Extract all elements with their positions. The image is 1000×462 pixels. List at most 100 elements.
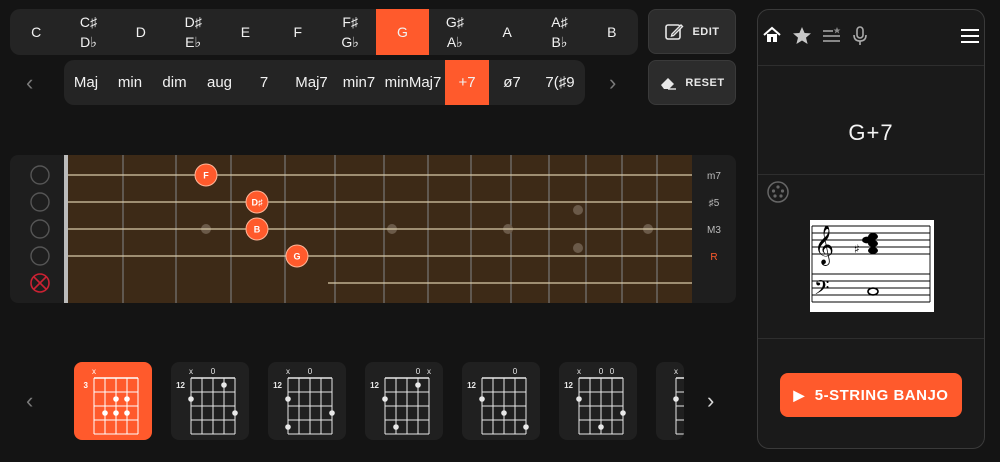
voicing-thumbnail[interactable]: x: [656, 362, 684, 440]
key-label: A: [502, 24, 512, 40]
staff-notation: 𝄞 𝄢 ♯: [810, 220, 934, 312]
key-label: G♯: [445, 14, 464, 30]
edit-icon: [665, 23, 684, 40]
chord-type-button[interactable]: min: [108, 60, 152, 105]
key-flat-label: B♭: [551, 34, 568, 50]
voicing-prev-arrow-icon[interactable]: ‹: [26, 388, 33, 414]
voicing-diagram: 0 x 12: [370, 367, 431, 435]
fret-number: 3: [84, 381, 89, 390]
chord-type-button[interactable]: Maj7: [286, 60, 337, 105]
key-label: D: [135, 24, 146, 40]
notation-settings-icon[interactable]: [766, 180, 790, 204]
voicing-thumbnail[interactable]: x 0 12: [171, 362, 249, 440]
string-marker: x: [577, 367, 581, 376]
voicing-diagram: x3: [84, 367, 139, 435]
chord-type-button[interactable]: Maj: [64, 60, 108, 105]
string-toggle: [30, 165, 50, 185]
key-button[interactable]: C♯ D♭: [62, 9, 114, 55]
string-toggle: [30, 192, 50, 212]
inlay-dot: [573, 205, 583, 215]
fretboard[interactable]: m7 ♯5 M3 R F D♯ B G: [10, 155, 736, 303]
fret-number: 12: [370, 381, 379, 390]
key-label: C♯: [79, 14, 98, 30]
chord-type-button[interactable]: minMaj7: [381, 60, 445, 105]
key-label: F: [293, 24, 303, 40]
fret-number: 12: [467, 381, 476, 390]
edit-label: EDIT: [692, 25, 720, 38]
chord-type-button[interactable]: aug: [197, 60, 242, 105]
key-label: A♯: [551, 14, 568, 30]
reset-label: RESET: [685, 76, 725, 89]
key-button[interactable]: G: [376, 9, 429, 55]
fret-number: 12: [176, 381, 185, 390]
key-label: F♯: [342, 14, 358, 30]
panel-divider-bottom: [758, 338, 984, 339]
voicing-thumbnail[interactable]: x 0 0 12: [559, 362, 637, 440]
chord-type-next-arrow-icon[interactable]: ›: [609, 70, 616, 96]
key-button[interactable]: F♯ G♭: [324, 9, 376, 55]
key-button[interactable]: D: [115, 9, 167, 55]
key-label: G: [397, 24, 408, 40]
fret-number: 12: [273, 381, 282, 390]
bass-clef-icon: 𝄢: [814, 276, 829, 304]
key-label: D♯: [184, 14, 202, 30]
key-label: C: [31, 24, 42, 40]
key-button[interactable]: E: [219, 9, 271, 55]
voicing-diagram: x 0 0 12: [564, 367, 626, 435]
voicing-thumbnail[interactable]: 0 x 12: [365, 362, 443, 440]
voicing-diagram: x 0 12: [176, 367, 238, 435]
voicing-next-arrow-icon[interactable]: ›: [707, 388, 714, 414]
key-button[interactable]: A: [481, 9, 533, 55]
chord-type-button[interactable]: min7: [337, 60, 381, 105]
key-button[interactable]: F: [272, 9, 324, 55]
interval-label: M3: [707, 225, 721, 236]
microphone-icon[interactable]: [852, 26, 868, 46]
key-selector: C C♯ D♭ D D♯ E♭ E F F♯ G♭ G G♯ A♭ A A♯ B♭ B: [10, 9, 638, 55]
string-marker: 0: [513, 367, 518, 376]
chord-type-button[interactable]: ø7: [489, 60, 535, 105]
note-label: F: [203, 171, 209, 181]
interval-label: ♯5: [709, 198, 720, 209]
play-icon: ▶: [793, 386, 805, 403]
chord-type-prev-arrow-icon[interactable]: ‹: [26, 70, 33, 96]
key-button[interactable]: B: [586, 9, 638, 55]
chord-type-button[interactable]: dim: [152, 60, 197, 105]
edit-button[interactable]: EDIT: [648, 9, 736, 54]
voicing-diagram: x: [673, 367, 684, 435]
string-toggle: [30, 246, 50, 266]
reset-button[interactable]: RESET: [648, 60, 736, 105]
voicing-thumbnail[interactable]: 0 12: [462, 362, 540, 440]
key-button[interactable]: D♯ E♭: [167, 9, 219, 55]
menu-icon[interactable]: [961, 29, 979, 43]
note-label: G: [293, 252, 300, 262]
treble-clef-icon: 𝄞: [814, 225, 834, 266]
key-flat-label: D♭: [80, 34, 97, 50]
star-icon[interactable]: [792, 26, 812, 45]
voicing-thumbnail[interactable]: x 0 12: [268, 362, 346, 440]
string-marker: x: [286, 367, 290, 376]
home-icon[interactable]: [763, 26, 781, 44]
chord-type-button[interactable]: 7(♯9: [535, 60, 585, 105]
key-button[interactable]: C: [10, 9, 62, 55]
note-label: B: [254, 225, 261, 235]
chord-type-button[interactable]: 7: [242, 60, 286, 105]
inlay-dot: [573, 243, 583, 253]
fretboard-diagram: m7 ♯5 M3 R F D♯ B G: [30, 155, 721, 303]
play-instrument-button[interactable]: ▶ 5-STRING BANJO: [780, 373, 962, 417]
sharp-accidental-icon: ♯: [854, 242, 860, 256]
key-button[interactable]: G♯ A♭: [429, 9, 481, 55]
note-label: D♯: [252, 198, 263, 208]
string-marker: 0: [610, 367, 615, 376]
chord-type-selector: Maj min dim aug 7 Maj7 min7 minMaj7 +7 ø7 7(♯9: [64, 60, 585, 105]
nut: [64, 155, 68, 303]
panel-toolbar: [758, 10, 984, 66]
chord-type-button[interactable]: +7: [445, 60, 489, 105]
voicing-thumbnail[interactable]: x3: [74, 362, 152, 440]
key-label: B: [607, 24, 617, 40]
key-button[interactable]: A♯ B♭: [533, 9, 585, 55]
playlist-icon[interactable]: [822, 26, 842, 44]
key-flat-label: G♭: [341, 34, 359, 50]
app-root: C C♯ D♭ D D♯ E♭ E F F♯ G♭ G G♯ A♭ A A♯ B♭ B ‹ Maj min dim a…: [0, 0, 1000, 462]
string-marker: x: [427, 367, 431, 376]
play-label: 5-STRING BANJO: [814, 386, 949, 404]
